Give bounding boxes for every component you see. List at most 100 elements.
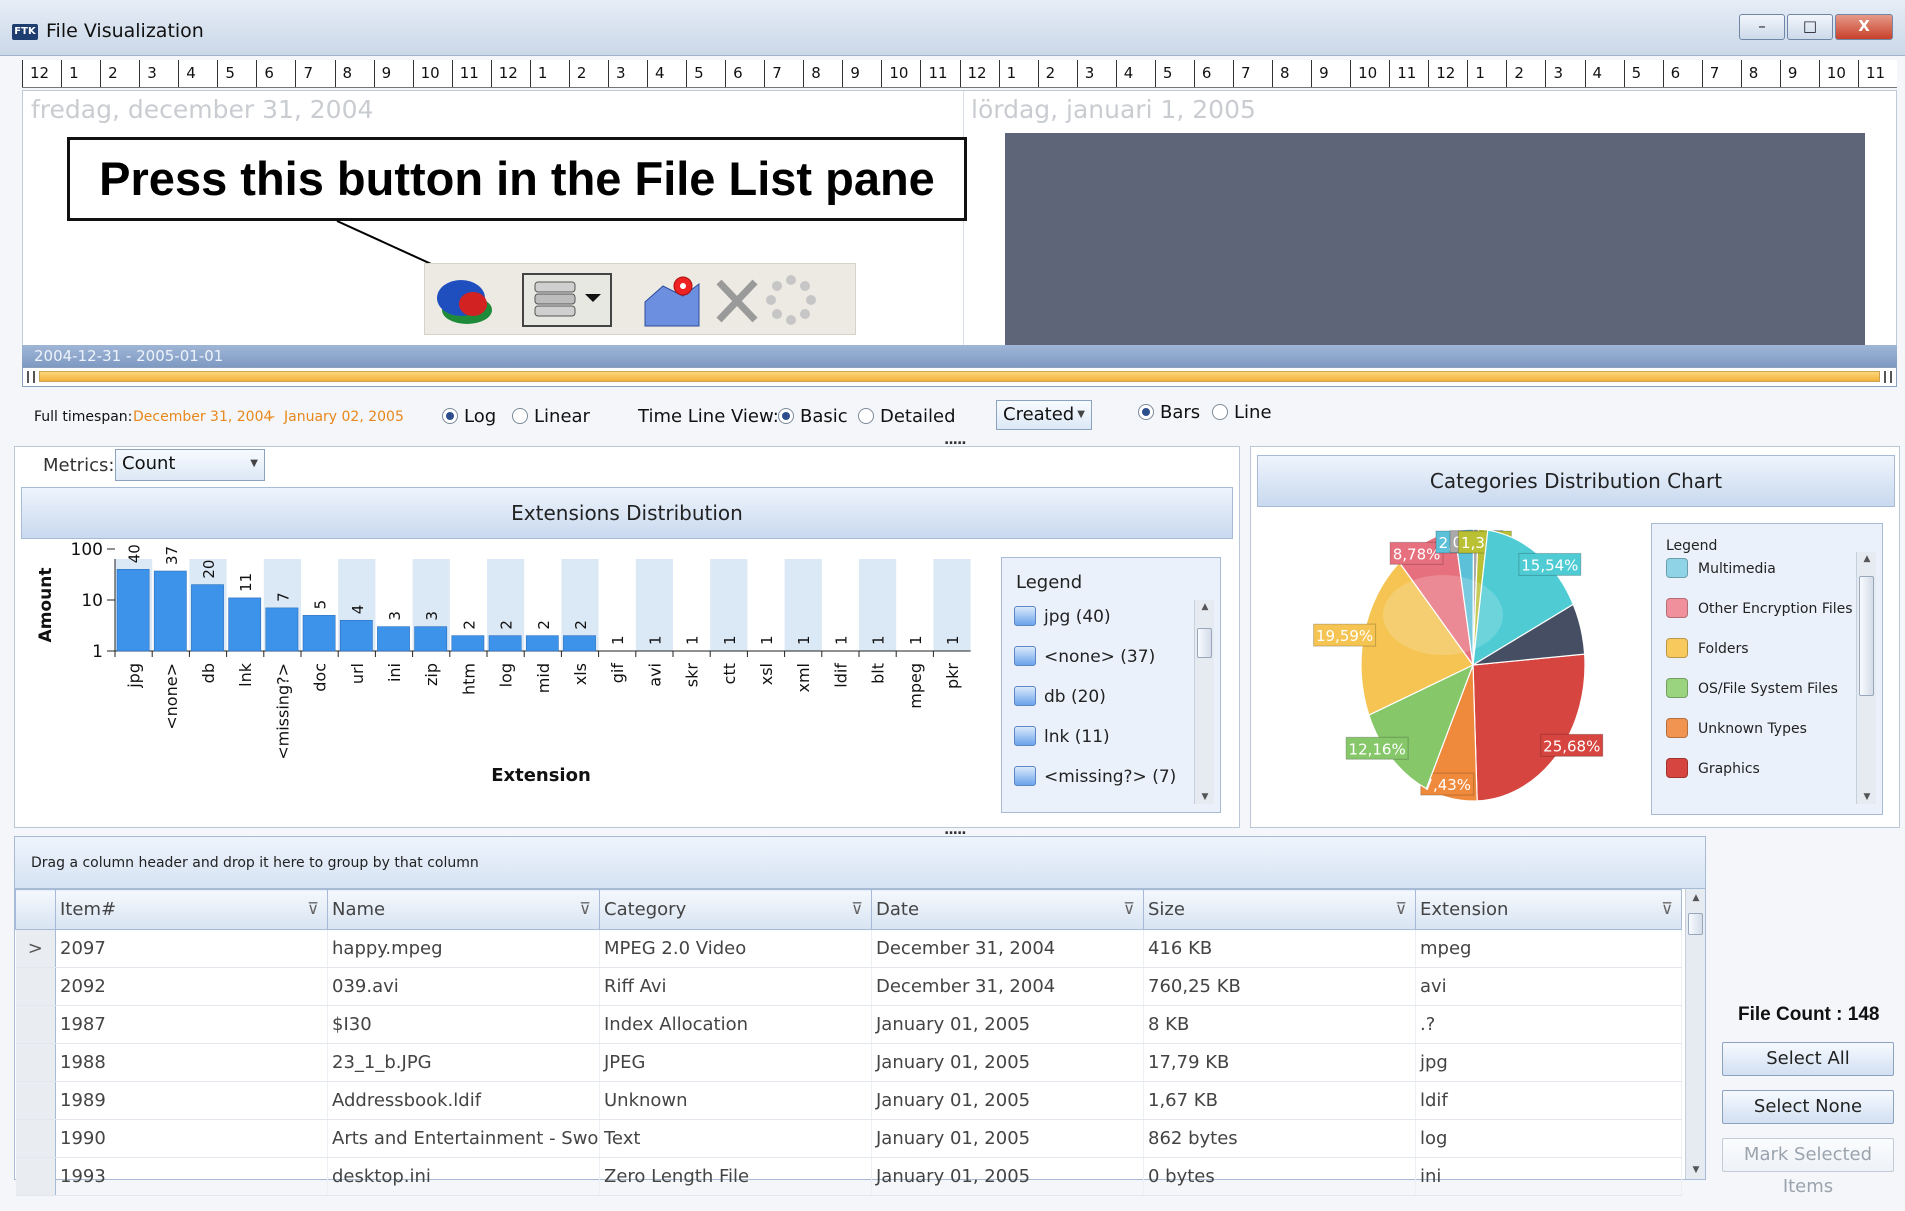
table-cell[interactable]: JPEG [599, 1043, 872, 1082]
table-cell[interactable]: 0 bytes [1143, 1157, 1416, 1196]
table-row[interactable]: 1989 Addressbook.ldif Unknown January 01, 2… [15, 1081, 1682, 1120]
table-row[interactable]: 1993 desktop.ini Zero Length File January 0… [15, 1157, 1682, 1196]
table-cell[interactable]: January 01, 2005 [871, 1081, 1144, 1120]
maximize-button[interactable]: □ [1787, 14, 1833, 40]
scroll-up-icon[interactable]: ▲ [1686, 893, 1706, 903]
table-cell[interactable]: .? [1415, 1005, 1682, 1044]
table-cell[interactable]: Arts and Entertainment - Sword [327, 1119, 600, 1158]
row-selector[interactable] [15, 967, 56, 1006]
category-legend-item[interactable]: Unknown Types [1666, 718, 1807, 738]
bar[interactable] [302, 615, 336, 652]
scroll-thumb[interactable] [1688, 913, 1703, 935]
column-header[interactable]: Item# ⊽ [55, 889, 328, 930]
table-cell[interactable]: 862 bytes [1143, 1119, 1416, 1158]
table-cell[interactable]: MPEG 2.0 Video [599, 929, 872, 968]
column-header[interactable]: Size ⊽ [1143, 889, 1416, 930]
table-row[interactable]: 2092 039.avi Riff Avi December 31, 2004 760,… [15, 967, 1682, 1006]
table-cell[interactable]: Addressbook.ldif [327, 1081, 600, 1120]
timeline-area[interactable]: fredag, december 31, 2004 lördag, januar… [22, 90, 1897, 347]
column-header[interactable]: Extension ⊽ [1415, 889, 1682, 930]
table-cell[interactable]: Text [599, 1119, 872, 1158]
scroll-up-icon[interactable]: ▲ [1857, 554, 1877, 564]
table-row[interactable]: >2097 happy.mpeg MPEG 2.0 Video December 31… [15, 929, 1682, 968]
table-cell[interactable]: 1989 [55, 1081, 328, 1120]
slider-range-fill[interactable] [39, 371, 1880, 382]
select-none-button[interactable]: Select None [1722, 1090, 1894, 1124]
visualization-icon[interactable] [433, 270, 499, 330]
date-field-dropdown[interactable]: Created ▼ [996, 400, 1092, 430]
categories-pie-chart[interactable]: 25,68%7,43%12,16%19,59%8,78%2,71%0,68%1,… [1291, 517, 1631, 817]
table-cell[interactable]: $I30 [327, 1005, 600, 1044]
row-selector[interactable] [15, 1043, 56, 1082]
category-legend-item[interactable]: Other Encryption Files [1666, 598, 1853, 618]
table-cell[interactable]: ini [1415, 1157, 1682, 1196]
legend-item[interactable]: <missing?> (7) [1014, 766, 1176, 787]
timeline-range-slider[interactable] [22, 367, 1897, 387]
table-cell[interactable]: Unknown [599, 1081, 872, 1120]
table-row[interactable]: 1987 $I30 Index Allocation January 01, 2005… [15, 1005, 1682, 1044]
bar[interactable] [116, 568, 150, 652]
table-row[interactable]: 1990 Arts and Entertainment - Sword Text Ja… [15, 1119, 1682, 1158]
bar[interactable] [153, 570, 187, 652]
close-icon[interactable] [709, 270, 765, 330]
legend-item[interactable]: lnk (11) [1014, 726, 1110, 747]
table-cell[interactable]: 2097 [55, 929, 328, 968]
table-cell[interactable]: December 31, 2004 [871, 967, 1144, 1006]
scroll-down-icon[interactable]: ▼ [1686, 1165, 1706, 1175]
grid-scrollbar[interactable]: ▲ ▼ [1685, 889, 1705, 1179]
bar[interactable] [451, 635, 485, 652]
bar[interactable] [191, 584, 224, 652]
chart-settings-icon[interactable] [639, 270, 705, 330]
table-cell[interactable]: 17,79 KB [1143, 1043, 1416, 1082]
extensions-legend-scrollbar[interactable]: ▲ ▼ [1194, 600, 1214, 804]
bar[interactable] [525, 635, 559, 652]
bar[interactable] [339, 619, 373, 652]
table-cell[interactable]: Index Allocation [599, 1005, 872, 1044]
category-legend-item[interactable]: Folders [1666, 638, 1749, 658]
row-selector[interactable]: > [15, 929, 56, 968]
table-cell[interactable]: avi [1415, 967, 1682, 1006]
table-cell[interactable]: December 31, 2004 [871, 929, 1144, 968]
scroll-thumb[interactable] [1859, 576, 1874, 696]
timeline-selection-block[interactable] [1005, 133, 1865, 347]
scale-log-radio[interactable]: Log [442, 406, 496, 427]
scale-linear-radio[interactable]: Linear [512, 406, 590, 427]
view-basic-radio[interactable]: Basic [778, 406, 848, 427]
filter-icon[interactable]: ⊽ [1661, 899, 1673, 918]
row-selector[interactable] [15, 1157, 56, 1196]
mark-selected-items-button[interactable]: Mark Selected Items [1722, 1138, 1894, 1197]
scroll-up-icon[interactable]: ▲ [1195, 602, 1215, 612]
group-by-panel[interactable]: Drag a column header and drop it here to… [15, 837, 1705, 889]
view-detailed-radio[interactable]: Detailed [858, 406, 956, 427]
bar[interactable] [377, 626, 410, 652]
table-cell[interactable]: 1,67 KB [1143, 1081, 1416, 1120]
scroll-down-icon[interactable]: ▼ [1857, 792, 1877, 802]
style-bars-radio[interactable]: Bars [1138, 402, 1200, 423]
table-cell[interactable]: Zero Length File [599, 1157, 872, 1196]
filter-icon[interactable]: ⊽ [579, 899, 591, 918]
column-header[interactable]: Date ⊽ [871, 889, 1144, 930]
category-legend-item[interactable]: Graphics [1666, 758, 1760, 778]
legend-item[interactable]: jpg (40) [1014, 606, 1111, 627]
table-cell[interactable]: 760,25 KB [1143, 967, 1416, 1006]
bar[interactable] [265, 607, 299, 652]
minimize-button[interactable]: – [1739, 14, 1785, 40]
bar[interactable] [563, 635, 596, 652]
select-all-button[interactable]: Select All [1722, 1042, 1894, 1076]
close-window-button[interactable]: X [1835, 14, 1893, 40]
row-selector[interactable] [15, 1081, 56, 1120]
table-row[interactable]: 1988 23_1_b.JPG JPEG January 01, 2005 17,79 … [15, 1043, 1682, 1082]
legend-item[interactable]: <none> (37) [1014, 646, 1155, 667]
table-cell[interactable]: Riff Avi [599, 967, 872, 1006]
table-cell[interactable]: 1990 [55, 1119, 328, 1158]
scroll-down-icon[interactable]: ▼ [1195, 792, 1215, 802]
slider-right-handle[interactable] [1884, 371, 1892, 383]
filter-icon[interactable]: ⊽ [307, 899, 319, 918]
row-selector[interactable] [15, 1005, 56, 1044]
table-cell[interactable]: jpg [1415, 1043, 1682, 1082]
table-cell[interactable]: 23_1_b.JPG [327, 1043, 600, 1082]
slider-left-handle[interactable] [27, 371, 35, 383]
extensions-bar-chart[interactable]: 110100Amount40jpg37<none>20db11lnk7<miss… [19, 541, 1009, 821]
filter-icon[interactable]: ⊽ [1123, 899, 1135, 918]
legend-item[interactable]: db (20) [1014, 686, 1106, 707]
